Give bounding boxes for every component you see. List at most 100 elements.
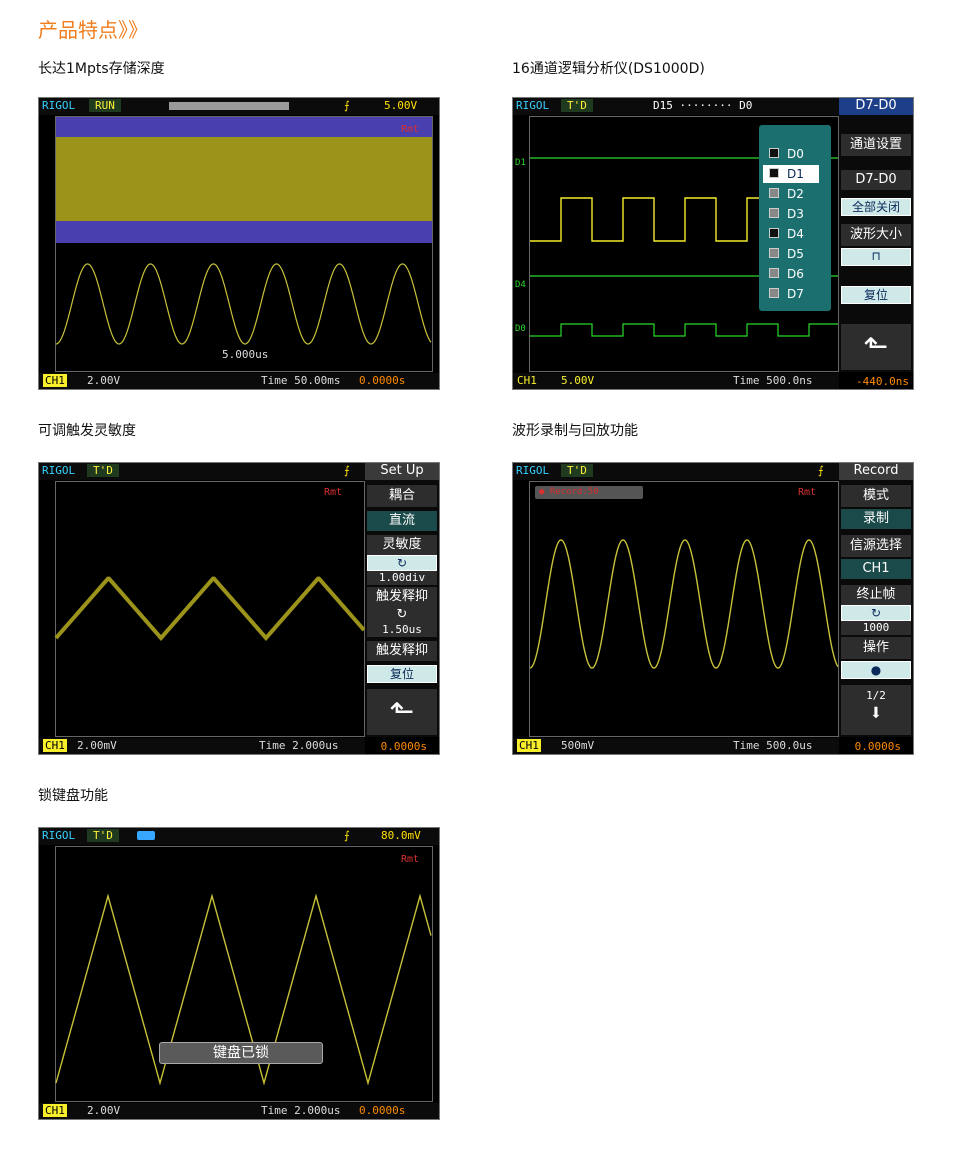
checkbox-icon [769,248,779,258]
bottom-bar: CH1 2.00V Time 50.00ms 0.0000s [39,373,439,389]
menu-all-off[interactable]: 全部关闭 [841,198,911,216]
scope-screen-logic: RIGOL T'D D15 ········ D0 D1 D4 D0 D0 D1 D… [512,97,914,390]
channel-badge: CH1 [517,739,541,752]
timebase: Time 2.000us [259,739,339,752]
menu-holdoff[interactable]: 触发释抑 [367,587,437,607]
checkbox-icon [769,268,779,278]
menu-source[interactable]: 信源选择 [841,535,911,557]
channel-popup: D0 D1 D2 D3 D4 D5 D6 D7 [759,125,831,311]
channel-badge: CH1 [43,739,67,752]
timebase: Time 2.000us [261,1104,341,1117]
waveform-sine [55,263,432,345]
menu-title: Record [839,463,913,480]
menu-mode[interactable]: 模式 [841,485,911,507]
menu-group-label: D7-D0 [841,170,911,190]
holdoff-value: 1.50us [367,623,437,637]
menu-reset[interactable]: 复位 [367,665,437,683]
channel-badge: CH1 [43,1104,67,1117]
popup-item-d1[interactable]: D1 [763,165,819,183]
popup-item-label: D5 [787,247,804,261]
label-d0: D0 [515,324,526,334]
return-arrow-icon[interactable]: ⬑ [367,689,437,735]
scope-screen-memory: RIGOL RUN ⨍ 5.00V Rmt 5.000us CH1 2.00V … [38,97,440,390]
timebase: Time 50.00ms [261,374,341,387]
coupling-value: 直流 [367,511,437,531]
timebase: Time 500.0ns [733,374,813,387]
softkey-menu: Record 模式 录制 信源选择 CH1 终止帧 ↻ 1000 操作 ● 1/… [839,463,913,737]
menu-channel-settings[interactable]: 通道设置 [841,134,911,156]
scope-screen-record: RIGOL T'D ⨍ ● Record:50 Rmt CH1 500mV Ti… [512,462,914,755]
sensitivity-value: 1.00div [367,571,437,585]
checkbox-icon [769,188,779,198]
rotate-knob-icon[interactable]: ↻ [367,555,437,571]
popup-item-label: D2 [787,187,804,201]
volts-per-div: 5.00V [561,374,595,387]
popup-item-d6[interactable]: D6 [763,265,819,283]
popup-item-label: D4 [787,227,804,241]
menu-title: D7-D0 [839,98,913,115]
record-circle-icon[interactable]: ● [841,661,911,679]
keyboard-locked-message: 键盘已锁 [159,1042,323,1064]
popup-item-d5[interactable]: D5 [763,245,819,263]
checkbox-icon [769,168,779,178]
bottom-bar: CH1 2.00V Time 2.000us 0.0000s [39,1103,439,1119]
softkey-menu: Set Up 耦合 直流 灵敏度 ↻ 1.00div 触发释抑 ↻ 1.50us… [365,463,439,737]
menu-waveform-size[interactable]: 波形大小 [841,224,911,246]
menu-end-frame[interactable]: 终止帧 [841,585,911,605]
waveform-triangle [54,576,366,641]
section-heading: 产品特点》》 [38,18,148,42]
popup-item-d2[interactable]: D2 [763,185,819,203]
popup-item-label: D1 [787,167,804,181]
rotate-knob-icon[interactable]: ↻ [841,605,911,621]
popup-item-label: D0 [787,147,804,161]
mode-value: 录制 [841,509,911,529]
volts-per-div: 2.00V [87,374,121,387]
menu-holdoff-reset-label: 触发释抑 [367,641,437,661]
popup-item-d3[interactable]: D3 [763,205,819,223]
end-frame-value: 1000 [841,621,911,635]
channel-badge: CH1 [43,374,67,387]
volts-per-div: 2.00mV [77,739,117,752]
volts-per-div: 2.00V [87,1104,121,1117]
softkey-menu: D7-D0 通道设置 D7-D0 全部关闭 波形大小 ⊓ 复位 ⬑ [839,98,913,372]
volts-per-div: 500mV [561,739,595,752]
label-d4: D4 [515,280,526,290]
trigger-offset: 0.0000s [854,740,901,753]
channel-badge: CH1 [517,374,537,387]
popup-item-d7[interactable]: D7 [763,285,819,303]
menu-title: Set Up [365,463,439,480]
label-d1: D1 [515,158,526,168]
bottom-bar: CH1 5.00V Time 500.0ns [513,373,839,389]
popup-item-label: D6 [787,267,804,281]
checkbox-icon [769,288,779,298]
bottom-bar: CH1 2.00mV Time 2.000us [39,738,365,754]
menu-reset[interactable]: 复位 [841,286,911,304]
caption-key-lock: 锁键盘功能 [38,788,108,804]
trigger-offset: -440.0ns [856,375,909,388]
bottom-bar: CH1 500mV Time 500.0us [513,738,839,754]
down-arrow-icon: ⬇ [869,701,883,726]
popup-item-label: D3 [787,207,804,221]
menu-sensitivity[interactable]: 灵敏度 [367,535,437,555]
popup-item-label: D7 [787,287,804,301]
source-value: CH1 [841,559,911,579]
scope-screen-keylock: RIGOL T'D ⨍ 80.0mV Rmt 键盘已锁 CH1 2.00V Ti… [38,827,440,1120]
popup-item-d4[interactable]: D4 [763,225,819,243]
checkbox-icon [769,208,779,218]
trigger-offset: 0.0000s [380,740,427,753]
waveform-size-icon[interactable]: ⊓ [841,248,911,266]
holdoff-knob-icon[interactable]: ↻ [367,607,437,623]
popup-item-d0[interactable]: D0 [763,145,819,163]
checkbox-icon [769,148,779,158]
timebase-label: 5.000us [222,348,269,361]
next-page-button[interactable]: 1/2 ⬇ [841,685,911,735]
scope-screen-sensitivity: RIGOL T'D ⨍ Rmt CH1 2.00mV Time 2.000us … [38,462,440,755]
waveform-sine [529,539,839,669]
caption-memory-depth: 长达1Mpts存储深度 [38,61,165,77]
checkbox-icon [769,228,779,238]
trigger-offset: 0.0000s [359,1104,406,1117]
return-arrow-icon[interactable]: ⬑ [841,324,911,370]
timebase: Time 500.0us [733,739,813,752]
menu-coupling[interactable]: 耦合 [367,485,437,507]
menu-operate[interactable]: 操作 [841,637,911,659]
